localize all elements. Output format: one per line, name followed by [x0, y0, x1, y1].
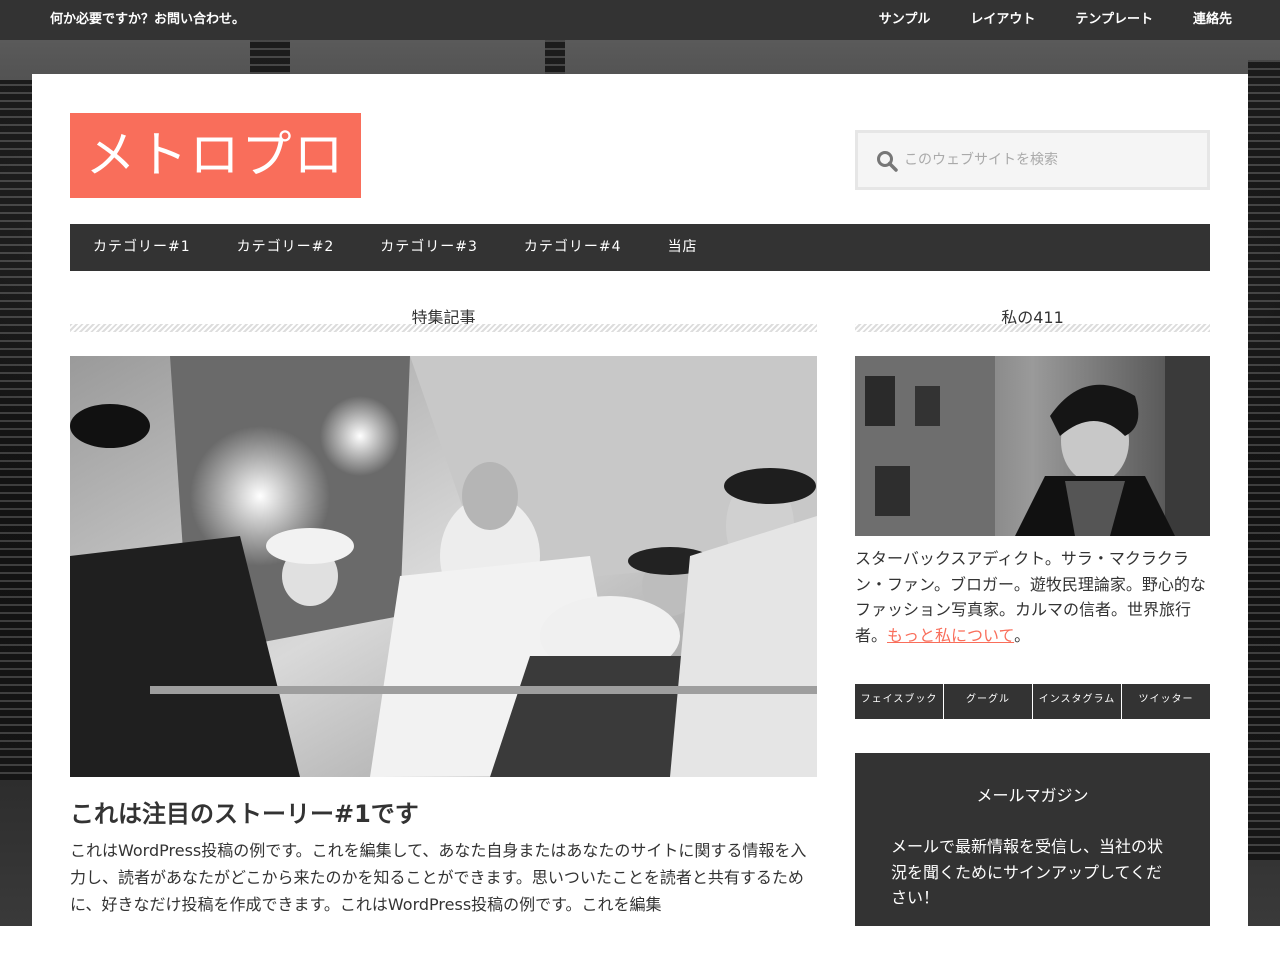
google-link[interactable]: グーグル [944, 684, 1033, 719]
twitter-link[interactable]: ツイッター [1122, 684, 1210, 719]
newsletter-title: メールマガジン [976, 786, 1089, 805]
top-bar: 何か必要ですか？お問い合わせ。 サンプル レイアウト テンプレート 連絡先 [0, 0, 1280, 40]
instagram-link[interactable]: インスタグラム [1033, 684, 1122, 719]
site-tagline: 何か必要ですか？お問い合わせ。 [50, 12, 246, 27]
site-logo[interactable]: メトロプロ [70, 113, 361, 198]
newsletter-widget: メールマガジン メールで最新情報を受信し、当社の状況を聞くためにサインアップして… [855, 753, 1210, 926]
social-links: フェイスブック グーグル インスタグラム ツイッター [855, 684, 1210, 719]
featured-post-title[interactable]: これは注目のストーリー#1です [70, 794, 817, 829]
nav-category-1[interactable]: カテゴリー#1 [70, 224, 214, 271]
featured-image[interactable] [70, 356, 817, 777]
secondary-nav-template[interactable]: テンプレート [1075, 8, 1153, 27]
newsletter-text: メールで最新情報を受信し、当社の状況を聞くためにサインアップしてください！ [891, 837, 1164, 907]
featured-section-title: 特集記事 [70, 304, 817, 332]
about-section-title: 私の411 [855, 304, 1210, 332]
nav-category-2[interactable]: カテゴリー#2 [214, 224, 358, 271]
featured-post-excerpt: これはWordPress投稿の例です。これを編集して、あなた自身またはあなたのサ… [70, 841, 807, 914]
bio-end: 。 [1014, 625, 1031, 645]
nav-shop[interactable]: 当店 [645, 224, 721, 271]
nav-category-4[interactable]: カテゴリー#4 [501, 224, 645, 271]
site-container: メトロプロ カテゴリー#1 カテゴリー#2 カテゴリー#3 カテゴリー#4 当店… [32, 74, 1248, 926]
search-input[interactable] [904, 133, 1204, 187]
bio-text: スターバックスアディクト。サラ・マクラクラン・ファン。ブロガー。遊牧民理論家。野… [855, 546, 1210, 648]
main-nav: カテゴリー#1 カテゴリー#2 カテゴリー#3 カテゴリー#4 当店 [70, 224, 1210, 271]
title-stripe [70, 324, 817, 332]
page-bottom [0, 926, 1280, 960]
facebook-link[interactable]: フェイスブック [855, 684, 944, 719]
secondary-nav-contact[interactable]: 連絡先 [1193, 8, 1232, 27]
nav-category-3[interactable]: カテゴリー#3 [357, 224, 501, 271]
title-stripe [855, 324, 1210, 332]
profile-image [855, 356, 1210, 536]
secondary-nav: サンプル レイアウト テンプレート 連絡先 [879, 8, 1232, 27]
secondary-nav-sample[interactable]: サンプル [879, 8, 931, 27]
about-me-link[interactable]: もっと私について [887, 626, 1014, 645]
secondary-nav-layout[interactable]: レイアウト [970, 8, 1035, 27]
search-box [855, 130, 1210, 190]
search-icon [877, 151, 898, 172]
